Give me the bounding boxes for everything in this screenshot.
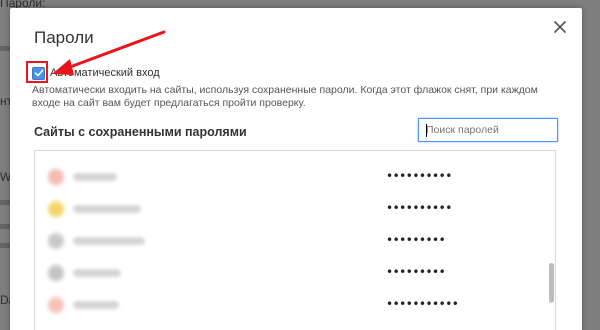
- password-row[interactable]: ••••••••••: [35, 161, 555, 193]
- password-row[interactable]: •••••••••: [35, 257, 555, 289]
- site-name-blurred: [73, 237, 145, 245]
- site-icon: [48, 169, 64, 185]
- search-passwords-field[interactable]: [418, 118, 558, 142]
- close-button[interactable]: [550, 17, 570, 37]
- text-caret: [426, 124, 427, 137]
- site-name-blurred: [73, 173, 117, 181]
- search-passwords-input[interactable]: [419, 119, 557, 141]
- list-scrollbar[interactable]: [549, 263, 554, 303]
- auto-signin-row: Автоматический вход: [32, 65, 160, 81]
- password-mask: •••••••••: [386, 265, 446, 279]
- annotation-highlight-box: [26, 61, 48, 83]
- close-icon: [554, 21, 566, 33]
- auto-signin-description: Автоматически входить на сайты, использу…: [32, 84, 538, 109]
- background-bar: [0, 224, 10, 229]
- password-row[interactable]: ••••••••••: [35, 193, 555, 225]
- site-icon: [48, 201, 64, 217]
- auto-signin-label[interactable]: Автоматический вход: [50, 67, 160, 79]
- site-icon: [48, 297, 64, 313]
- background-bar: [0, 243, 10, 248]
- password-mask: •••••••••••: [386, 297, 459, 311]
- background-bar: [0, 46, 10, 51]
- password-mask: ••••••••••: [386, 169, 452, 183]
- password-mask: •••••••••: [386, 233, 446, 247]
- password-row[interactable]: •••••••••••: [35, 289, 555, 321]
- dialog-title: Пароли: [34, 28, 94, 47]
- site-name-blurred: [73, 301, 119, 309]
- saved-passwords-list: •••••••••• •••••••••• ••••••••• ••••••••…: [34, 150, 556, 330]
- site-icon: [48, 265, 64, 281]
- password-mask: ••••••••••: [386, 201, 452, 215]
- site-name-blurred: [73, 205, 141, 213]
- site-name-blurred: [73, 269, 121, 277]
- saved-passwords-heading: Сайты с сохраненными паролями: [34, 125, 247, 139]
- site-icon: [48, 233, 64, 249]
- password-row[interactable]: •••••••••: [35, 225, 555, 257]
- background-bar: [0, 200, 10, 205]
- passwords-dialog: Пароли Автоматический вход Автоматически…: [10, 8, 582, 330]
